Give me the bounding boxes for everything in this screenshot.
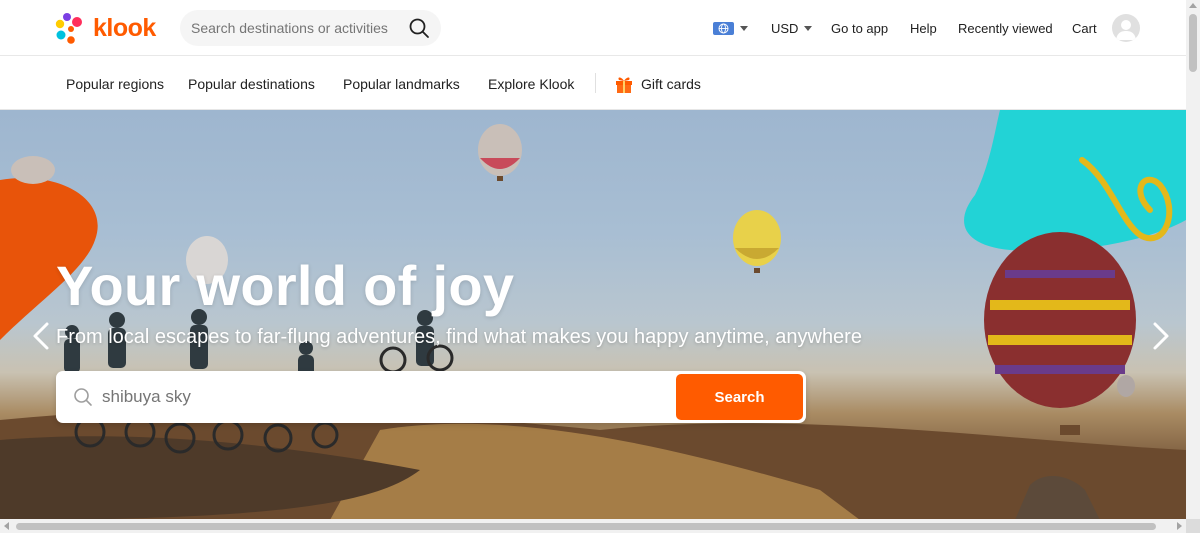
vertical-scrollbar-thumb[interactable]	[1189, 14, 1197, 72]
header-search-placeholder: Search destinations or activities	[191, 20, 388, 36]
globe-icon	[713, 21, 734, 35]
recently-viewed-link[interactable]: Recently viewed	[958, 0, 1053, 56]
gift-cards-label: Gift cards	[641, 75, 701, 92]
hero-title: Your world of joy	[56, 254, 515, 317]
hero-search-input[interactable]: shibuya sky	[102, 371, 191, 423]
vertical-scrollbar[interactable]	[1186, 0, 1200, 519]
hero-search-box[interactable]: shibuya sky Search	[56, 371, 806, 423]
help-link[interactable]: Help	[910, 0, 937, 56]
carousel-prev-icon[interactable]	[28, 321, 54, 351]
carousel-next-icon[interactable]	[1148, 321, 1174, 351]
hero-subtitle: From local escapes to far-flung adventur…	[56, 326, 862, 348]
hero-banner: Your world of joy From local escapes to …	[0, 110, 1186, 520]
gift-icon	[616, 77, 632, 93]
cart-link[interactable]: Cart	[1072, 0, 1097, 56]
chevron-down-icon	[740, 25, 748, 31]
avatar[interactable]	[1112, 14, 1140, 42]
nav-popular-landmarks[interactable]: Popular landmarks	[343, 57, 460, 110]
chevron-down-icon	[804, 25, 813, 31]
currency-label: USD	[771, 20, 799, 36]
search-icon	[74, 388, 92, 406]
search-icon[interactable]	[408, 17, 430, 39]
klook-logo[interactable]: klook	[55, 12, 156, 44]
top-header: klook Search destinations or activities …	[0, 0, 1186, 56]
logo-text: klook	[93, 13, 156, 42]
user-icon	[1116, 20, 1136, 40]
klook-logo-icon	[55, 13, 82, 44]
currency-selector[interactable]: USD	[771, 0, 813, 56]
search-button[interactable]: Search	[676, 374, 803, 420]
nav-explore-klook[interactable]: Explore Klook	[488, 57, 574, 110]
horizontal-scrollbar[interactable]	[0, 519, 1186, 533]
header-search-bar[interactable]: Search destinations or activities	[180, 10, 441, 46]
scrollbar-corner	[1186, 519, 1200, 533]
scroll-left-icon[interactable]	[4, 522, 9, 530]
scroll-up-icon[interactable]	[1189, 3, 1197, 8]
nav-gift-cards[interactable]: Gift cards	[614, 57, 701, 110]
horizontal-scrollbar-thumb[interactable]	[16, 523, 1156, 530]
category-nav: Popular regions Popular destinations Pop…	[0, 57, 1186, 110]
nav-popular-regions[interactable]: Popular regions	[66, 57, 164, 110]
language-selector[interactable]	[713, 0, 748, 56]
nav-divider	[595, 73, 596, 93]
nav-popular-destinations[interactable]: Popular destinations	[188, 57, 315, 110]
go-to-app-link[interactable]: Go to app	[831, 0, 888, 56]
scroll-right-icon[interactable]	[1177, 522, 1182, 530]
